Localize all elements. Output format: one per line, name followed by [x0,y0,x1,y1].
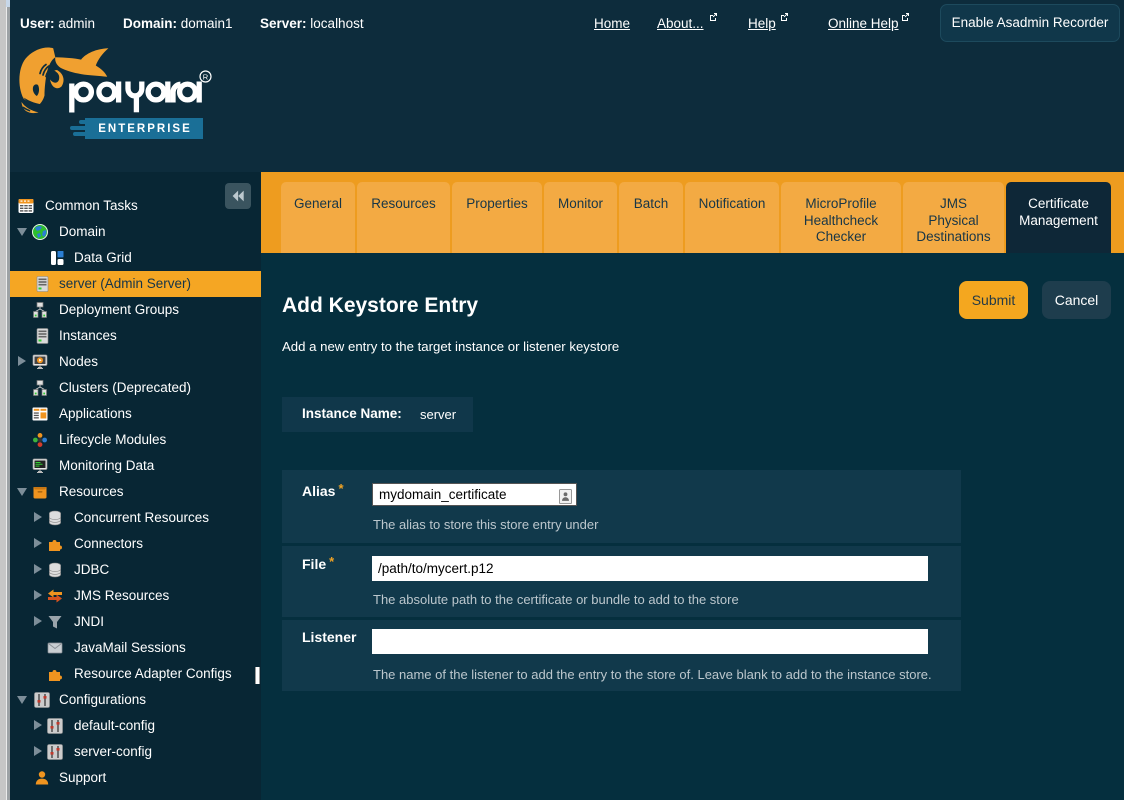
svg-text:R: R [203,72,209,81]
